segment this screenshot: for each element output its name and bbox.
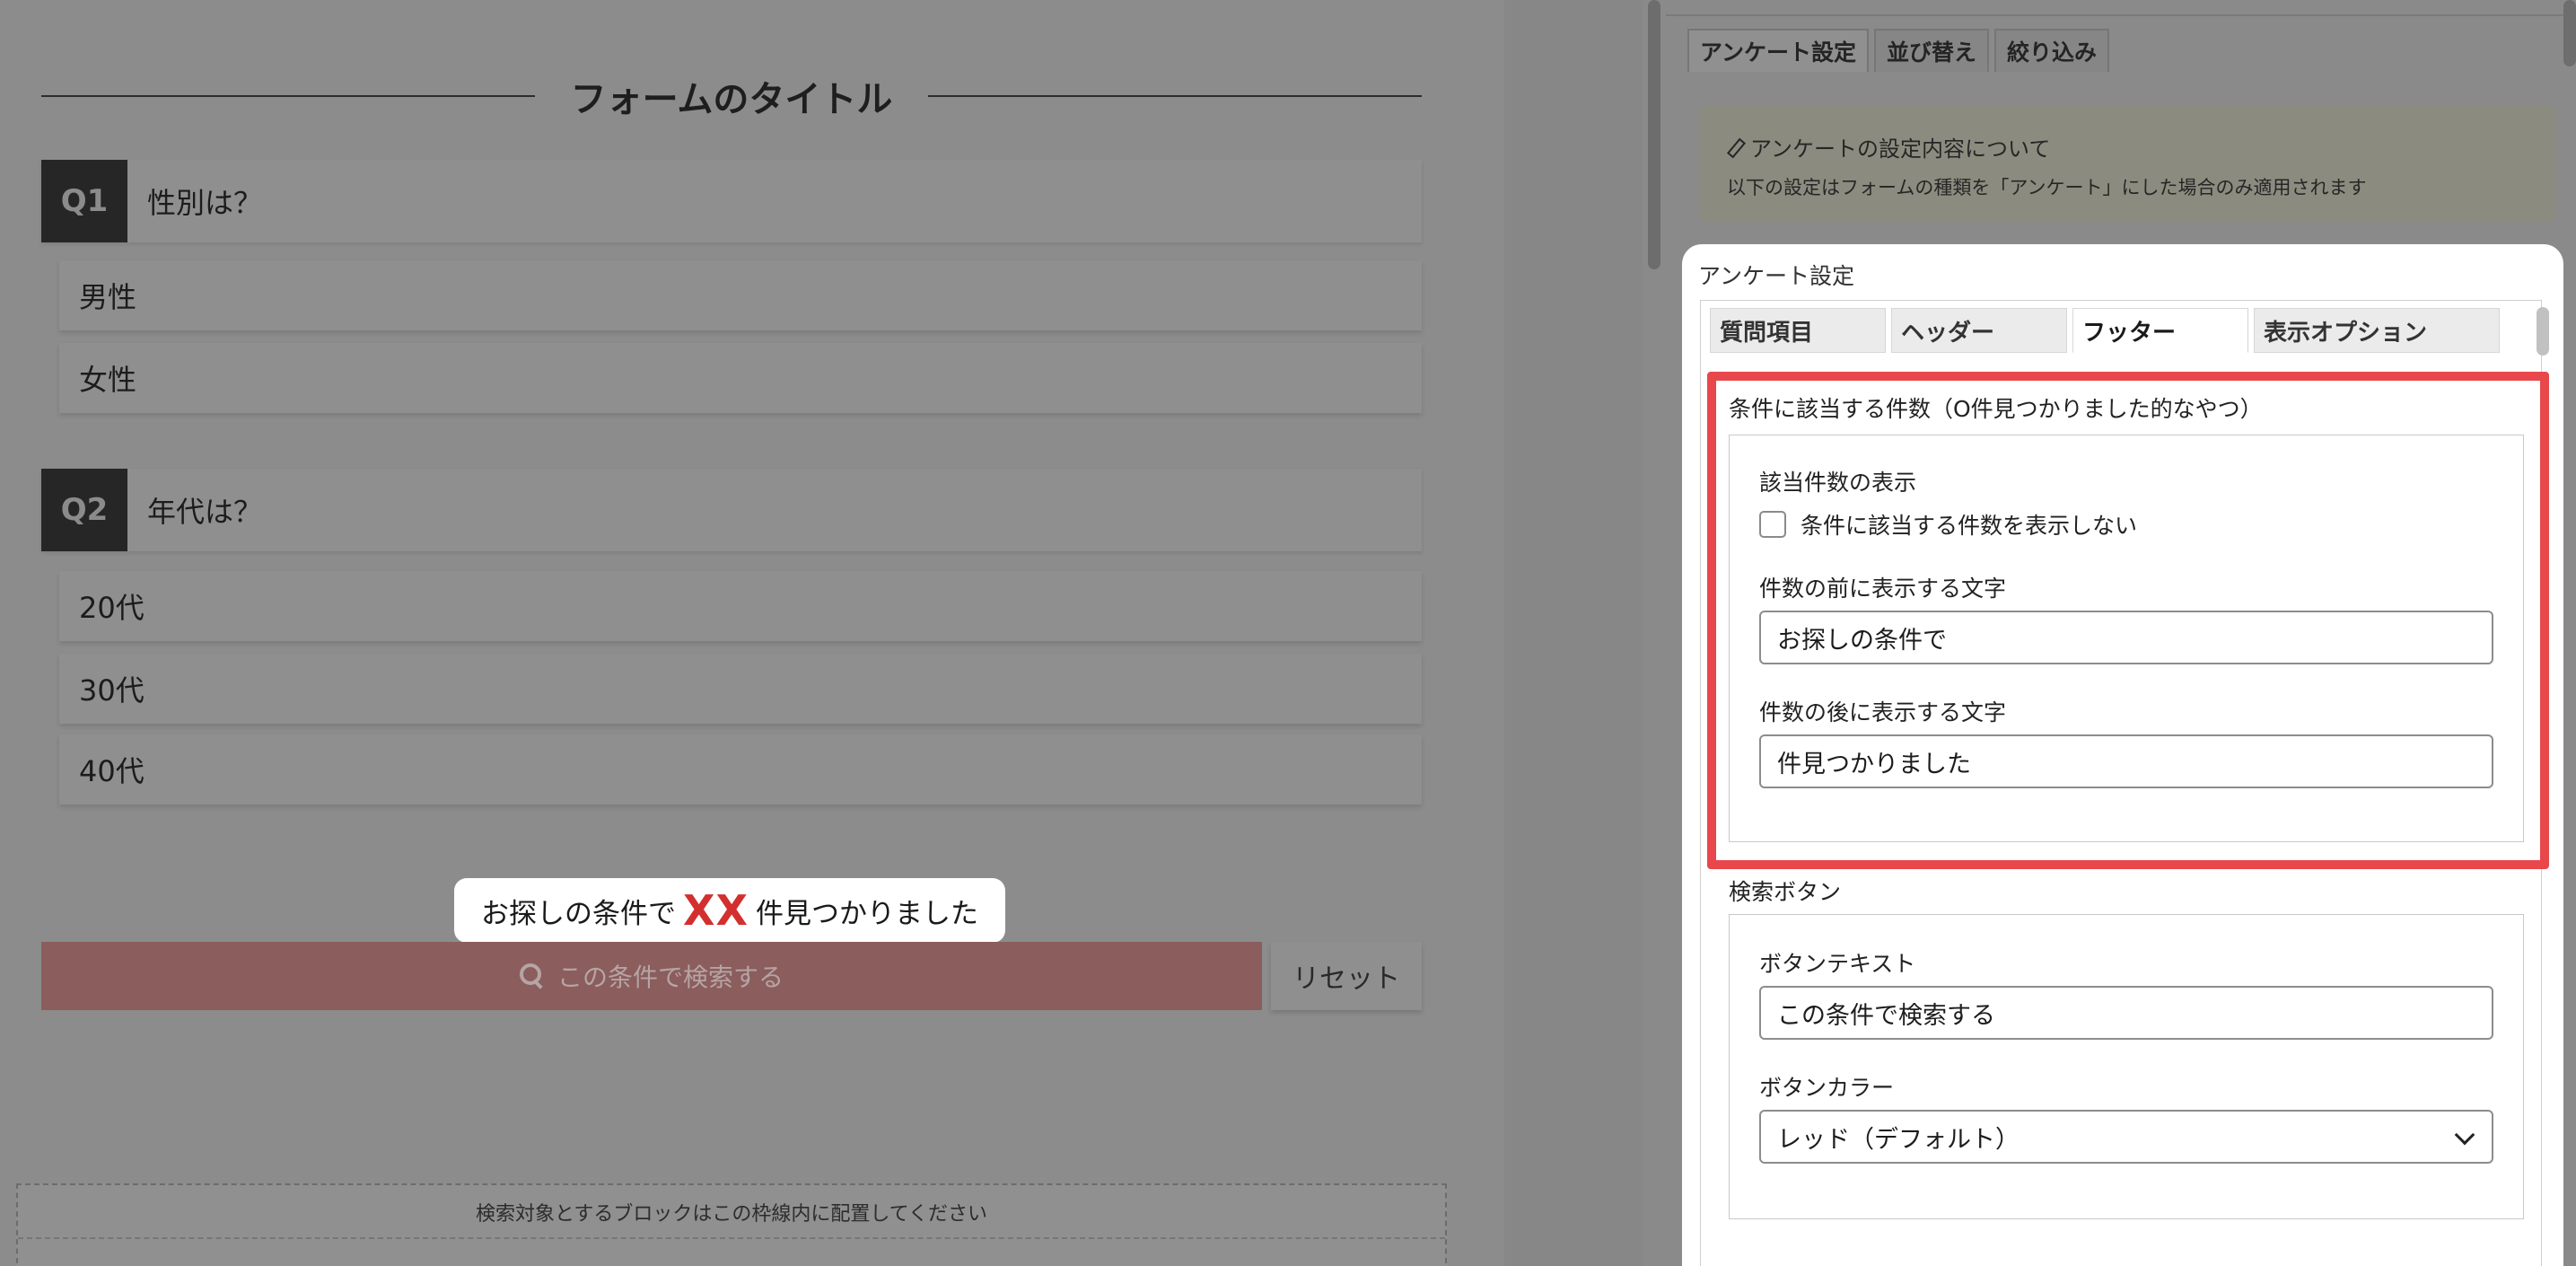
sidebar-tabs: アンケート設定 並び替え 絞り込み bbox=[1687, 29, 2110, 72]
title-rule-left bbox=[41, 95, 535, 97]
panel-title: アンケート設定 bbox=[1698, 263, 1855, 289]
result-count-preview: お探しの条件で XX 件見つかりました bbox=[454, 878, 1005, 943]
chevron-down-icon bbox=[2454, 1124, 2475, 1146]
panel-tabs: 質問項目 ヘッダー フッター 表示オプション bbox=[1710, 308, 2500, 353]
form-title: フォームのタイトル bbox=[570, 79, 893, 120]
reset-button[interactable]: リセット bbox=[1271, 942, 1422, 1010]
count-suffix: 件見つかりました bbox=[755, 897, 978, 930]
canvas-gutter bbox=[1504, 0, 1643, 1266]
question-text: 性別は？ bbox=[147, 186, 263, 220]
question-q2[interactable]: Q2 年代は？ bbox=[41, 469, 1422, 551]
pencil-icon bbox=[1727, 140, 1741, 154]
form-title-row: フォームのタイトル bbox=[41, 74, 1422, 120]
sidebar-scrollbar-thumb[interactable] bbox=[2563, 0, 2576, 66]
notice-description: 以下の設定はフォームの種類を「アンケート」にした場合のみ適用されます bbox=[1727, 177, 2367, 198]
option-male[interactable]: 男性 bbox=[59, 260, 1422, 330]
question-q1[interactable]: Q1 性別は？ bbox=[41, 160, 1422, 242]
question-badge: Q2 bbox=[41, 469, 127, 551]
button-color-label: ボタンカラー bbox=[1759, 1075, 1895, 1101]
tab-questions[interactable]: 質問項目 bbox=[1710, 308, 1886, 353]
button-text-label: ボタンテキスト bbox=[1759, 951, 1916, 977]
tab-display-options[interactable]: 表示オプション bbox=[2254, 308, 2500, 353]
notice-title: アンケートの設定内容について bbox=[1750, 136, 2051, 162]
tab-sort[interactable]: 並び替え bbox=[1874, 29, 1990, 72]
search-icon bbox=[519, 963, 545, 989]
survey-notice: アンケートの設定内容について 以下の設定はフォームの種類を「アンケート」にした場… bbox=[1700, 106, 2556, 221]
option-40s[interactable]: 40代 bbox=[59, 734, 1422, 804]
button-text-input[interactable]: この条件で検索する bbox=[1759, 986, 2493, 1040]
search-target-drop-zone[interactable]: 検索対象とするブロックはこの枠線内に配置してください bbox=[16, 1183, 1447, 1266]
button-color-value: レッド（デフォルト） bbox=[1777, 1125, 2020, 1154]
button-color-select[interactable]: レッド（デフォルト） bbox=[1759, 1110, 2493, 1164]
option-30s[interactable]: 30代 bbox=[59, 654, 1422, 724]
question-badge: Q1 bbox=[41, 160, 127, 242]
canvas-scrollbar-thumb[interactable] bbox=[1648, 0, 1660, 269]
search-button-label: この条件で検索する bbox=[556, 963, 784, 992]
panel-scrollbar-thumb[interactable] bbox=[2537, 307, 2549, 356]
search-button[interactable]: この条件で検索する bbox=[41, 942, 1262, 1010]
option-20s[interactable]: 20代 bbox=[59, 571, 1422, 641]
option-female[interactable]: 女性 bbox=[59, 343, 1422, 413]
tab-footer[interactable]: フッター bbox=[2072, 308, 2248, 353]
count-value: XX bbox=[683, 886, 749, 935]
editor-canvas: フォームのタイトル Q1 性別は？ 男性 女性 Q2 年代は？ 20代 30代 … bbox=[0, 0, 1504, 1266]
tab-survey-settings[interactable]: アンケート設定 bbox=[1687, 29, 1870, 72]
count-prefix: お探しの条件で bbox=[481, 897, 677, 930]
highlight-frame bbox=[1707, 372, 2549, 869]
tab-filter[interactable]: 絞り込み bbox=[1994, 29, 2110, 72]
title-rule-right bbox=[928, 95, 1422, 97]
question-text: 年代は？ bbox=[147, 495, 263, 529]
drop-zone-inner-border bbox=[18, 1237, 1445, 1239]
sidebar-top-edge bbox=[1666, 0, 2576, 16]
drop-zone-label: 検索対象とするブロックはこの枠線内に配置してください bbox=[475, 1203, 988, 1226]
button-section-title: 検索ボタン bbox=[1729, 879, 1842, 905]
notice-title-row: アンケートの設定内容について bbox=[1727, 131, 2529, 163]
tab-header[interactable]: ヘッダー bbox=[1891, 308, 2067, 353]
